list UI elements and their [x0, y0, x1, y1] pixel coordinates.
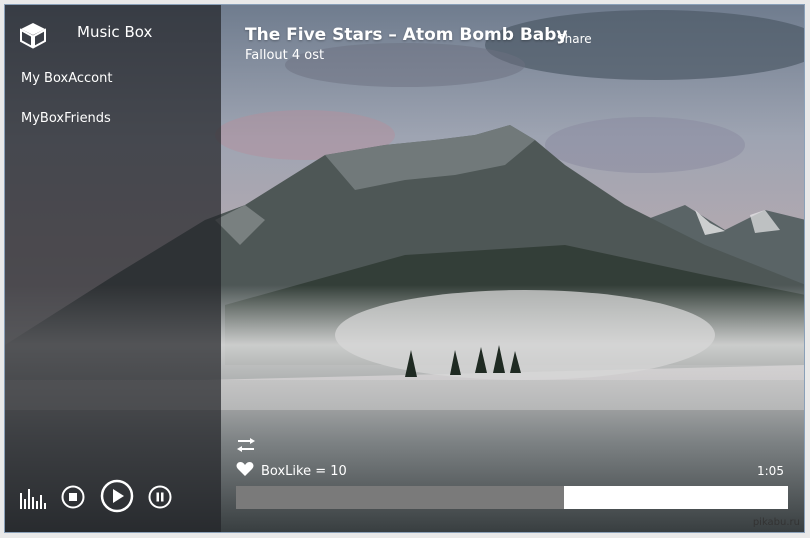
shuffle-icon[interactable] [236, 437, 256, 453]
track-album: Fallout 4 ost [245, 48, 325, 63]
progress-bar[interactable] [236, 486, 788, 509]
music-box-window: Music Box My BoxAccont MyBoxFriends The … [4, 4, 805, 533]
app-title: Music Box [77, 23, 153, 41]
sidebar: Music Box My BoxAccont MyBoxFriends [5, 5, 221, 532]
sidebar-item-my-box-account[interactable]: My BoxAccont [21, 71, 112, 86]
stop-button[interactable] [61, 485, 85, 509]
play-button[interactable] [100, 479, 134, 513]
box-logo-icon [20, 23, 46, 49]
heart-icon[interactable] [236, 461, 254, 477]
progress-bar-fill [236, 486, 565, 509]
share-link[interactable]: Share [557, 32, 592, 46]
equalizer-icon[interactable] [19, 485, 47, 509]
track-title: The Five Stars – Atom Bomb Baby [245, 25, 568, 45]
elapsed-time: 1:05 [757, 464, 784, 478]
box-like-count: BoxLike = 10 [261, 464, 347, 479]
pause-button[interactable] [148, 485, 172, 509]
sidebar-item-my-box-friends[interactable]: MyBoxFriends [21, 111, 111, 126]
watermark: pikabu.ru [752, 517, 800, 528]
